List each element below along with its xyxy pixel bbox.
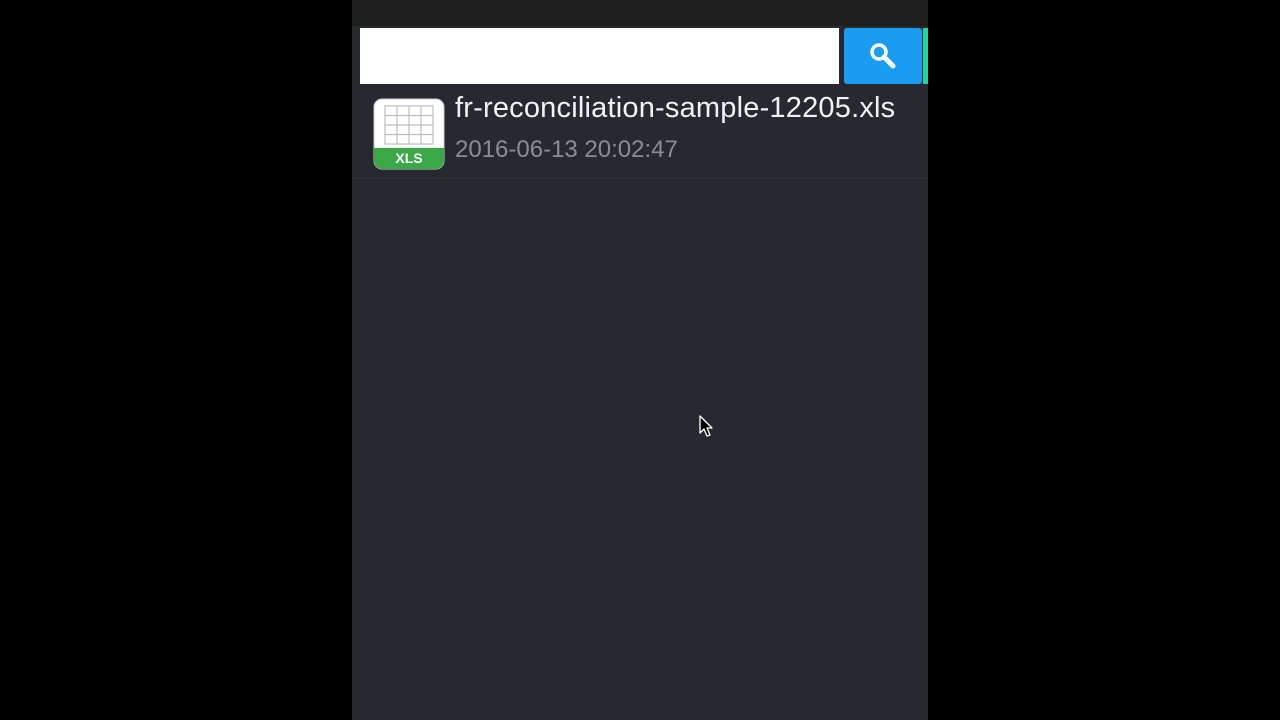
file-list-item[interactable]: XLS fr-reconciliation-sample-12205.xls 2… bbox=[352, 90, 928, 179]
search-bar bbox=[352, 26, 928, 88]
search-icon bbox=[870, 43, 896, 69]
file-date: 2016-06-13 20:02:47 bbox=[455, 136, 678, 163]
edge-accent bbox=[923, 28, 928, 84]
file-name: fr-reconciliation-sample-12205.xls bbox=[455, 92, 896, 124]
search-button[interactable] bbox=[844, 28, 922, 84]
app-screen: XLS fr-reconciliation-sample-12205.xls 2… bbox=[352, 0, 928, 720]
file-type-label: XLS bbox=[395, 150, 422, 166]
spreadsheet-xls-icon: XLS bbox=[373, 98, 445, 170]
mouse-cursor-icon bbox=[699, 415, 713, 437]
search-input[interactable] bbox=[360, 28, 839, 84]
status-bar bbox=[352, 0, 928, 26]
